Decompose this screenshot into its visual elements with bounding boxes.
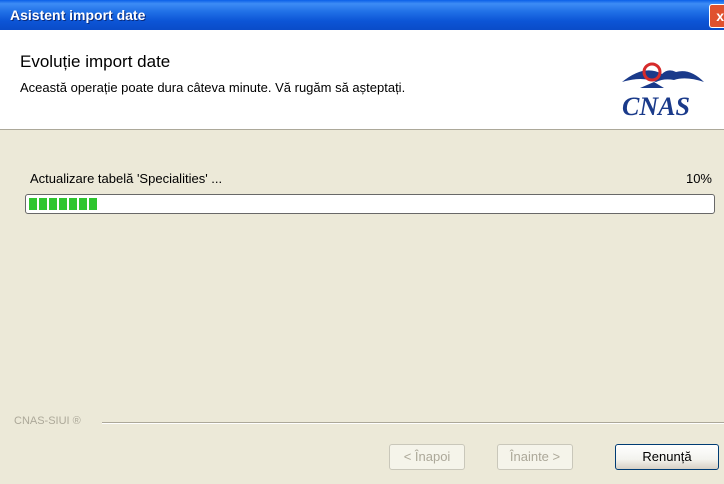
page-subtitle: Această operație poate dura câteva minut…	[20, 80, 406, 95]
next-button[interactable]: Înainte >	[497, 444, 573, 470]
close-icon[interactable]: x	[709, 4, 724, 28]
import-wizard-window: Asistent import date x Evoluție import d…	[0, 0, 724, 484]
cancel-button[interactable]: Renunță	[615, 444, 719, 470]
cnas-logo: CNAS	[622, 62, 704, 120]
page-title: Evoluție import date	[20, 52, 171, 71]
wizard-header: Evoluție import date Această operație po…	[0, 30, 724, 130]
progress-percent: 10%	[685, 171, 712, 186]
logo-text: CNAS	[622, 92, 690, 120]
progress-status-label: Actualizare tabelă 'Specialities' ...	[30, 171, 223, 186]
footer-brand: CNAS-SIUI ®	[14, 415, 81, 427]
progress-bar	[25, 194, 715, 214]
window-title: Asistent import date	[10, 7, 146, 23]
back-button[interactable]: < Înapoi	[389, 444, 465, 470]
footer-divider	[102, 422, 724, 424]
progress-bar-fill	[29, 198, 97, 210]
title-bar[interactable]: Asistent import date x	[0, 0, 724, 30]
